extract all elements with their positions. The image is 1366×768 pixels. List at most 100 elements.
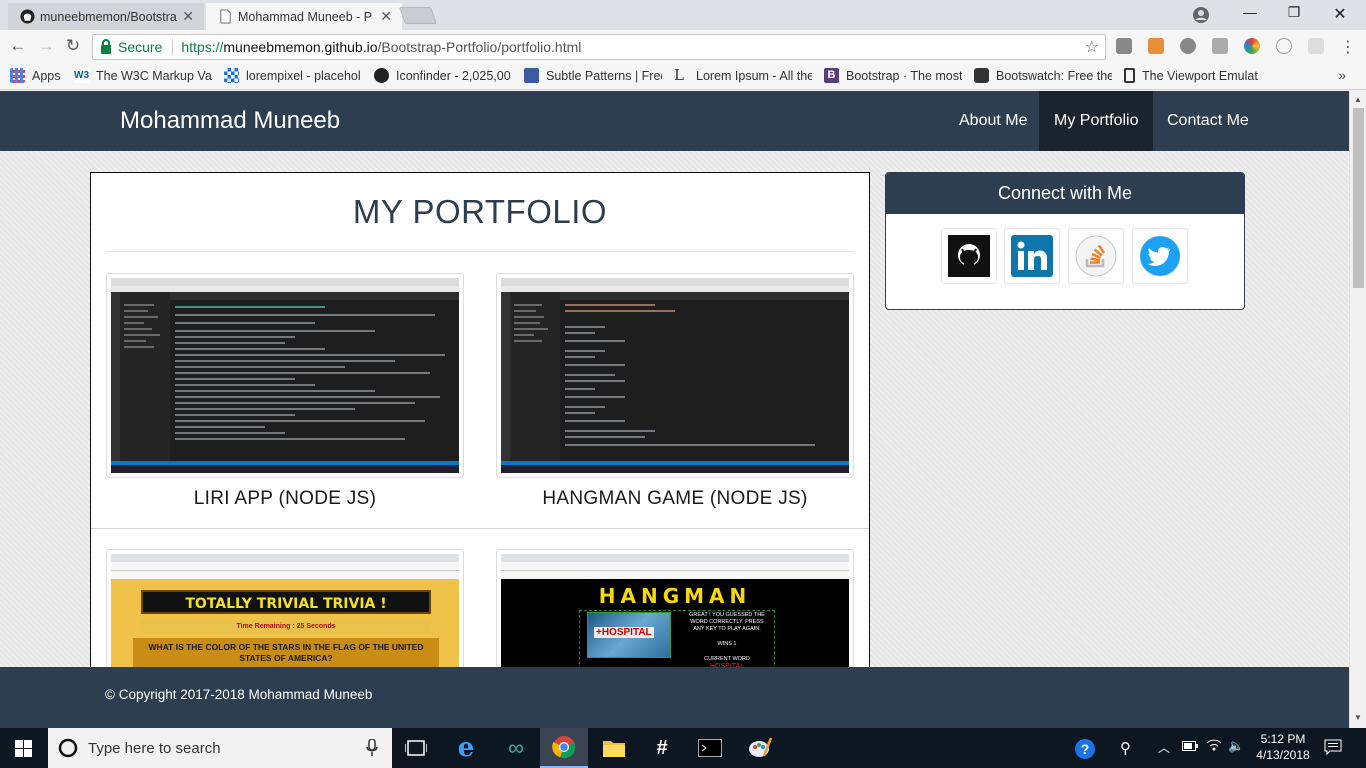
bookmark-label: The W3C Markup Val xyxy=(96,68,212,83)
lorempixel-icon xyxy=(224,68,239,83)
portfolio-panel: MY PORTFOLIO LIRI APP (NODE JS) HANGMAN … xyxy=(90,172,870,728)
bookmark-w3c[interactable]: W3 The W3C Markup Val xyxy=(74,68,212,83)
address-bar[interactable]: Secure https://muneebmemon.github.io/Boo… xyxy=(92,34,1106,60)
extension-icon[interactable] xyxy=(1212,38,1228,54)
nav-my-portfolio[interactable]: My Portfolio xyxy=(1039,91,1154,151)
page-icon xyxy=(220,9,231,24)
notifications-icon[interactable] xyxy=(1324,739,1342,758)
wifi-icon[interactable] xyxy=(1206,738,1222,755)
battery-icon[interactable] xyxy=(1182,740,1198,754)
bug-extension-icon[interactable] xyxy=(1180,38,1196,54)
project-caption[interactable]: HANGMAN GAME (NODE JS) xyxy=(496,488,854,510)
bookmark-label: Bootswatch: Free the xyxy=(996,68,1112,83)
trivia-timer: Time Remaining : 25 Seconds xyxy=(141,620,431,634)
color-picker-extension-icon[interactable] xyxy=(1244,38,1260,54)
extension-icon[interactable] xyxy=(1148,38,1164,54)
new-tab-button[interactable] xyxy=(398,7,438,24)
bookmark-bootstrap[interactable]: B Bootstrap · The most xyxy=(824,68,962,83)
tab-github[interactable]: muneebmemon/Bootstra ✕ xyxy=(8,3,204,30)
restore-icon[interactable]: ❐ xyxy=(1272,4,1316,21)
close-window-icon[interactable]: ✕ xyxy=(1318,4,1362,24)
bookmark-label: lorempixel - placehol xyxy=(246,68,361,83)
w3c-icon: W3 xyxy=(74,68,89,83)
hangman-current-word-label: CURRENT WORD xyxy=(704,656,750,662)
help-icon[interactable]: ? xyxy=(1074,738,1096,763)
site-brand[interactable]: Mohammad Muneeb xyxy=(120,107,340,135)
bookmark-star-icon[interactable]: ☆ xyxy=(1085,37,1099,57)
twitter-icon xyxy=(1140,236,1180,276)
twitter-link[interactable] xyxy=(1132,228,1188,284)
bookmark-iconfinder[interactable]: Iconfinder - 2,025,00 xyxy=(374,68,512,83)
terminal-icon[interactable] xyxy=(686,728,734,768)
clock-time: 5:12 PM xyxy=(1260,732,1306,746)
bookmark-label: Lorem Ipsum - All the xyxy=(696,68,812,83)
lorem-ipsum-icon: L xyxy=(674,68,684,83)
tab-portfolio[interactable]: Mohammad Muneeb - P ✕ xyxy=(206,3,402,30)
hangman-wins: WINS 1 xyxy=(717,641,737,647)
device-icon xyxy=(1124,68,1135,83)
taskbar-search[interactable]: Type here to search xyxy=(48,728,392,768)
nav-contact-me[interactable]: Contact Me xyxy=(1152,91,1264,151)
minimize-icon[interactable]: — xyxy=(1228,4,1272,20)
back-icon[interactable]: ← xyxy=(8,36,28,56)
bookmark-bootswatch[interactable]: Bootswatch: Free the xyxy=(974,68,1112,83)
bookmark-lorempixel[interactable]: lorempixel - placehol xyxy=(224,68,362,83)
project-thumbnail-hangman-node[interactable] xyxy=(496,273,854,478)
hangman-image: +HOSPITAL xyxy=(587,612,671,658)
trivia-title: TOTALLY TRIVIAL TRIVIA ! xyxy=(141,590,431,614)
connect-heading: Connect with Me xyxy=(886,173,1244,214)
reload-icon[interactable]: ↻ xyxy=(63,36,83,56)
task-view-icon[interactable] xyxy=(392,728,440,768)
hangman-image-text: +HOSPITAL xyxy=(594,627,654,638)
file-explorer-icon[interactable] xyxy=(590,728,638,768)
page-viewport: Mohammad Muneeb About Me My Portfolio Co… xyxy=(0,91,1349,728)
scrollbar-thumb[interactable] xyxy=(1353,108,1364,288)
windows-logo-icon xyxy=(15,740,32,757)
windows-taskbar: Type here to search e ∞ # ? ⚲ ︿ 🔈 5:12 P… xyxy=(0,728,1366,768)
page-scrollbar[interactable]: ▲ ▼ xyxy=(1349,91,1366,728)
show-hidden-icons[interactable]: ︿ xyxy=(1158,739,1170,756)
clock-date: 4/13/2018 xyxy=(1256,748,1310,762)
scroll-down-icon[interactable]: ▼ xyxy=(1354,713,1362,722)
browser-tab-strip: muneebmemon/Bootstra ✕ Mohammad Muneeb -… xyxy=(0,0,1366,30)
linkedin-link[interactable] xyxy=(1004,228,1060,284)
forward-icon[interactable]: → xyxy=(36,36,56,56)
profile-icon[interactable] xyxy=(1192,6,1210,24)
nav-about-me[interactable]: About Me xyxy=(944,91,1042,151)
connect-panel: Connect with Me xyxy=(885,172,1245,310)
start-button[interactable] xyxy=(0,728,48,768)
volume-icon[interactable]: 🔈 xyxy=(1228,738,1244,754)
hangman-message: GREAT ! YOU GUESSED THE WORD CORRECTLY. … xyxy=(689,612,765,632)
divider xyxy=(172,39,174,55)
slack-icon[interactable]: # xyxy=(638,728,686,768)
stackoverflow-link[interactable] xyxy=(1068,228,1124,284)
bookmark-viewport-emulator[interactable]: The Viewport Emulat xyxy=(1124,68,1262,83)
chrome-icon[interactable] xyxy=(540,728,588,768)
close-tab-icon[interactable]: ✕ xyxy=(182,8,194,25)
extension-icon[interactable] xyxy=(1276,38,1292,54)
project-thumbnail-liri[interactable] xyxy=(106,273,464,478)
project-caption[interactable]: LIRI APP (NODE JS) xyxy=(106,488,464,510)
url-path: /Bootstrap-Portfolio/portfolio.html xyxy=(377,39,582,55)
bookmark-label: Iconfinder - 2,025,00 xyxy=(396,68,511,83)
bookmark-lorem-ipsum[interactable]: L Lorem Ipsum - All the xyxy=(674,68,812,83)
scroll-up-icon[interactable]: ▲ xyxy=(1354,95,1362,104)
arduino-icon[interactable]: ∞ xyxy=(492,728,540,768)
bookmark-apps[interactable]: Apps xyxy=(10,68,70,83)
extension-icon[interactable] xyxy=(1308,38,1324,54)
bookmarks-bar: Apps W3 The W3C Markup Val lorempixel - … xyxy=(0,63,1366,90)
people-icon[interactable]: ⚲ xyxy=(1120,739,1131,757)
microphone-icon[interactable] xyxy=(366,739,378,757)
github-icon xyxy=(20,9,35,24)
more-bookmarks-icon[interactable]: » xyxy=(1338,67,1346,83)
github-link[interactable] xyxy=(941,228,997,284)
bookmark-subtle-patterns[interactable]: Subtle Patterns | Free xyxy=(524,68,662,83)
divider xyxy=(91,528,869,529)
bookmark-label: Bootstrap · The most xyxy=(846,68,962,83)
edge-icon[interactable]: e xyxy=(442,728,490,768)
paint-icon[interactable] xyxy=(736,728,784,768)
close-tab-icon[interactable]: ✕ xyxy=(380,8,392,25)
extension-icon[interactable] xyxy=(1116,38,1132,54)
menu-icon[interactable]: ⋮ xyxy=(1340,37,1356,57)
clock[interactable]: 5:12 PM 4/13/2018 xyxy=(1254,731,1312,763)
